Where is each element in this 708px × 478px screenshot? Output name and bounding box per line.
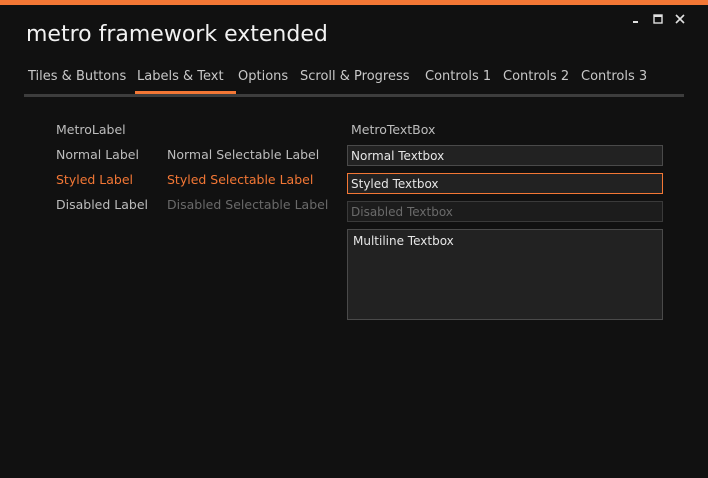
tab-options[interactable]: Options bbox=[238, 69, 288, 84]
metrotextbox-header: MetroTextBox bbox=[351, 122, 436, 137]
maximize-icon bbox=[653, 14, 663, 24]
normal-selectable-label[interactable]: Normal Selectable Label bbox=[167, 147, 319, 162]
window-title: metro framework extended bbox=[26, 22, 328, 47]
disabled-selectable-label: Disabled Selectable Label bbox=[167, 197, 329, 212]
styled-label: Styled Label bbox=[56, 172, 134, 187]
maximize-button[interactable] bbox=[650, 11, 666, 27]
tab-scroll-progress[interactable]: Scroll & Progress bbox=[300, 69, 410, 84]
close-button[interactable] bbox=[672, 11, 688, 27]
tab-labels-text[interactable]: Labels & Text bbox=[137, 69, 224, 84]
disabled-textbox: Disabled Textbox bbox=[347, 201, 663, 222]
tab-controls-1[interactable]: Controls 1 bbox=[425, 69, 491, 84]
tab-controls-2[interactable]: Controls 2 bbox=[503, 69, 569, 84]
styled-selectable-label[interactable]: Styled Selectable Label bbox=[167, 172, 313, 187]
styled-textbox[interactable]: Styled Textbox bbox=[347, 173, 663, 194]
tab-tiles-buttons[interactable]: Tiles & Buttons bbox=[28, 69, 126, 84]
window-controls bbox=[628, 11, 688, 27]
metrolabel-header: MetroLabel bbox=[56, 122, 126, 137]
tab-strip: Tiles & Buttons Labels & Text Options Sc… bbox=[24, 62, 684, 97]
normal-textbox[interactable]: Normal Textbox bbox=[347, 145, 663, 166]
window-accent-bar bbox=[0, 0, 708, 5]
normal-label: Normal Label bbox=[56, 147, 139, 162]
multiline-textbox[interactable]: Multiline Textbox bbox=[347, 229, 663, 320]
tab-controls-3[interactable]: Controls 3 bbox=[581, 69, 647, 84]
minimize-button[interactable] bbox=[628, 11, 644, 27]
close-icon bbox=[675, 14, 685, 24]
minimize-icon bbox=[633, 21, 638, 23]
selected-tab-indicator bbox=[135, 91, 236, 94]
disabled-label: Disabled Label bbox=[56, 197, 148, 212]
